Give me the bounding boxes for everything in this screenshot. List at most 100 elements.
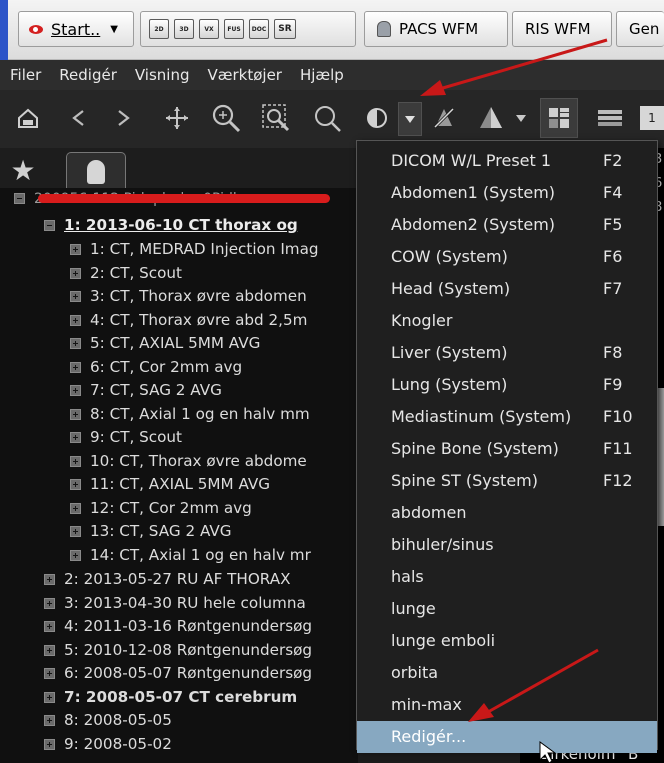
pacs-wfm-button[interactable]: PACS WFM: [364, 11, 508, 47]
study-row[interactable]: 5: 2010-12-08 Røntgenundersøg: [44, 639, 312, 661]
start-button[interactable]: Start.. ▼: [18, 11, 134, 47]
expand-icon[interactable]: [70, 291, 81, 302]
gen-button[interactable]: Gen: [616, 11, 664, 47]
window-level-icon[interactable]: [362, 100, 392, 136]
expand-icon[interactable]: [44, 668, 55, 679]
cone-dropdown-icon[interactable]: [512, 100, 530, 136]
workspace-sr-button[interactable]: SR: [274, 19, 296, 39]
series-label: 13: CT, SAG 2 AVG: [90, 522, 232, 540]
preset-menu-item[interactable]: lunge emboli: [357, 625, 657, 657]
study-row[interactable]: 8: 2008-05-05: [44, 709, 172, 731]
series-row[interactable]: 12: CT, Cor 2mm avg: [70, 497, 252, 519]
series-row[interactable]: 7: CT, SAG 2 AVG: [70, 379, 222, 401]
series-row[interactable]: 9: CT, Scout: [70, 426, 182, 448]
collapse-icon[interactable]: [14, 193, 25, 204]
series-row[interactable]: 14: CT, Axial 1 og en halv mr: [70, 544, 311, 566]
series-count-button[interactable]: 1: [640, 106, 664, 130]
expand-icon[interactable]: [70, 314, 81, 326]
expand-icon[interactable]: [70, 361, 81, 373]
series-row[interactable]: 10: CT, Thorax øvre abdome: [70, 450, 307, 472]
expand-icon[interactable]: [70, 502, 81, 514]
patient-tab[interactable]: [66, 152, 126, 190]
back-icon[interactable]: [64, 100, 94, 136]
layout-grid-icon[interactable]: [540, 98, 578, 138]
workspace-doc-button[interactable]: DOC: [249, 19, 269, 39]
preset-menu-item[interactable]: min-max: [357, 689, 657, 721]
zoom-box-icon[interactable]: [256, 100, 296, 136]
workspace-vx-button[interactable]: VX: [199, 19, 219, 39]
collapse-icon[interactable]: [44, 220, 55, 231]
workspace-2d-button[interactable]: 2D: [149, 19, 169, 39]
menu-visning[interactable]: Visning: [135, 66, 190, 84]
expand-icon[interactable]: [44, 738, 55, 750]
ris-wfm-button[interactable]: RIS WFM: [512, 11, 612, 47]
series-row[interactable]: 5: CT, AXIAL 5MM AVG: [70, 332, 260, 354]
expand-icon[interactable]: [70, 408, 81, 420]
home-icon[interactable]: [12, 100, 44, 136]
stack-icon[interactable]: [592, 100, 628, 136]
series-row[interactable]: 6: CT, Cor 2mm avg: [70, 356, 242, 378]
menu-rediger[interactable]: Redigér: [59, 66, 117, 84]
series-row[interactable]: 3: CT, Thorax øvre abdomen: [70, 285, 307, 307]
series-row[interactable]: 13: CT, SAG 2 AVG: [70, 520, 232, 542]
preset-menu-item[interactable]: Spine ST (System) F12: [357, 465, 657, 497]
menu-vaerktojer[interactable]: Værktøjer: [208, 66, 282, 84]
study-row[interactable]: 6: 2008-05-07 Røntgenundersøg: [44, 662, 312, 684]
preset-menu-item[interactable]: COW (System) F6: [357, 241, 657, 273]
workspace-fus-button[interactable]: FUS: [224, 19, 244, 39]
preset-menu-item[interactable]: Liver (System) F8: [357, 337, 657, 369]
magnifier-icon[interactable]: [308, 100, 346, 136]
expand-icon[interactable]: [44, 644, 55, 656]
expand-icon[interactable]: [70, 244, 81, 255]
preset-menu-item[interactable]: abdomen: [357, 497, 657, 529]
expand-icon[interactable]: [44, 621, 55, 632]
preset-menu-item[interactable]: orbita: [357, 657, 657, 689]
preset-menu-item[interactable]: Mediastinum (System) F10: [357, 401, 657, 433]
expand-icon[interactable]: [70, 455, 81, 467]
preset-menu-item[interactable]: Redigér...: [357, 721, 657, 753]
preset-menu-item[interactable]: hals: [357, 561, 657, 593]
preset-menu-item[interactable]: bihuler/sinus: [357, 529, 657, 561]
cone-icon[interactable]: [474, 100, 508, 136]
expand-icon[interactable]: [70, 385, 81, 396]
expand-icon[interactable]: [44, 574, 55, 585]
zoom-in-icon[interactable]: [206, 100, 246, 136]
preset-menu-item[interactable]: Abdomen2 (System) F5: [357, 209, 657, 241]
expand-icon[interactable]: [70, 338, 81, 349]
menu-filer[interactable]: Filer: [10, 66, 41, 84]
preset-menu-item[interactable]: Head (System) F7: [357, 273, 657, 305]
preset-menu-item[interactable]: Knogler: [357, 305, 657, 337]
invert-icon[interactable]: [428, 100, 460, 136]
study-row[interactable]: 2: 2013-05-27 RU AF THORAX: [44, 568, 291, 590]
study-row[interactable]: 7: 2008-05-07 CT cerebrum: [44, 686, 297, 708]
expand-icon[interactable]: [44, 597, 55, 609]
workspace-3d-button[interactable]: 3D: [174, 19, 194, 39]
preset-menu-item[interactable]: Lung (System) F9: [357, 369, 657, 401]
study-row[interactable]: 3: 2013-04-30 RU hele columna: [44, 592, 306, 614]
expand-icon[interactable]: [70, 526, 81, 537]
forward-icon[interactable]: [108, 100, 138, 136]
series-row[interactable]: 1: CT, MEDRAD Injection Imag: [70, 238, 319, 260]
expand-icon[interactable]: [70, 267, 81, 279]
series-label: 5: CT, AXIAL 5MM AVG: [90, 334, 261, 352]
study-row[interactable]: 9: 2008-05-02: [44, 733, 172, 755]
expand-icon[interactable]: [70, 432, 81, 443]
expand-icon[interactable]: [70, 549, 81, 561]
preset-menu-item[interactable]: lunge: [357, 593, 657, 625]
preset-menu-item[interactable]: DICOM W/L Preset 1 F2: [357, 145, 657, 177]
preset-menu-item[interactable]: Spine Bone (System) F11: [357, 433, 657, 465]
study-row[interactable]: 4: 2011-03-16 Røntgenundersøg: [44, 615, 312, 637]
menu-hjaelp[interactable]: Hjælp: [300, 66, 344, 84]
preset-menu-item[interactable]: Abdomen1 (System) F4: [357, 177, 657, 209]
star-icon[interactable]: ★: [6, 154, 40, 188]
expand-icon[interactable]: [44, 691, 55, 703]
expand-icon[interactable]: [44, 715, 55, 726]
series-row[interactable]: 4: CT, Thorax øvre abd 2,5m: [70, 309, 307, 331]
series-row[interactable]: 8: CT, Axial 1 og en halv mm: [70, 403, 310, 425]
series-row[interactable]: 2: CT, Scout: [70, 262, 182, 284]
open-study-row[interactable]: 1: 2013-06-10 CT thorax og: [44, 214, 298, 236]
dropdown-arrow-icon[interactable]: [398, 102, 422, 136]
pan-icon[interactable]: [160, 100, 194, 136]
series-row[interactable]: 11: CT, AXIAL 5MM AVG: [70, 473, 270, 495]
expand-icon[interactable]: [70, 479, 81, 490]
